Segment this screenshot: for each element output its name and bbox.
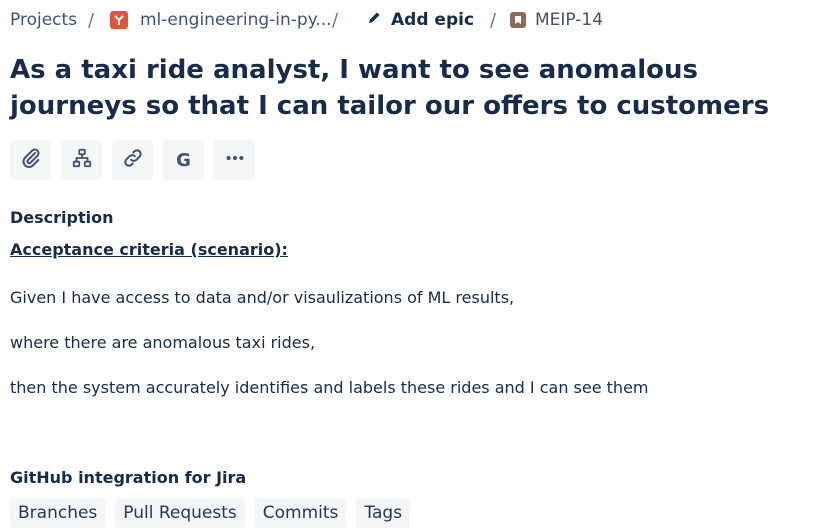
issue-title[interactable]: As a taxi ride analyst, I want to see an… [10, 52, 818, 124]
description-label: Description [10, 208, 114, 227]
breadcrumb-project-link[interactable]: ml-engineering-in-py... [110, 6, 332, 34]
pull-requests-button[interactable]: Pull Requests [115, 498, 245, 528]
github-tabs: Branches Pull Requests Commits Tags [10, 498, 411, 528]
breadcrumb-separator: / [88, 9, 95, 31]
project-icon [110, 11, 128, 29]
paperclip-icon [20, 147, 42, 173]
github-button[interactable]: G [163, 140, 204, 180]
commits-button[interactable]: Commits [254, 498, 347, 528]
issue-toolbar: G [10, 140, 255, 180]
breadcrumb-project-name: ml-engineering-in-py... [140, 10, 332, 30]
issue-key: MEIP-14 [535, 10, 604, 30]
child-issue-button[interactable] [61, 140, 102, 180]
breadcrumb-issue-link[interactable]: MEIP-14 [510, 6, 603, 34]
tags-button[interactable]: Tags [356, 498, 411, 528]
ellipsis-icon [224, 147, 246, 173]
breadcrumb-projects-link[interactable]: Projects [10, 6, 77, 34]
description-line: where there are anomalous taxi rides, [10, 333, 316, 352]
branches-button[interactable]: Branches [10, 498, 106, 528]
more-actions-button[interactable] [214, 140, 255, 180]
acceptance-criteria-heading: Acceptance criteria (scenario): [10, 240, 288, 259]
github-label: G [176, 149, 191, 171]
add-epic-link[interactable]: Add epic [366, 6, 474, 34]
bookmark-icon [510, 12, 526, 28]
breadcrumb: Projects / ml-engineering-in-py... / Add… [10, 6, 810, 34]
link-issue-button[interactable] [112, 140, 153, 180]
description-line: Given I have access to data and/or visau… [10, 288, 515, 307]
add-epic-label: Add epic [391, 10, 475, 30]
description-line: then the system accurately identifies an… [10, 378, 649, 397]
attach-button[interactable] [10, 140, 51, 180]
breadcrumb-separator: / [490, 9, 497, 31]
breadcrumb-separator: / [332, 9, 339, 31]
github-integration-label: GitHub integration for Jira [10, 468, 247, 487]
link-icon [122, 147, 144, 173]
hierarchy-icon [71, 147, 93, 173]
pencil-icon [366, 10, 382, 31]
